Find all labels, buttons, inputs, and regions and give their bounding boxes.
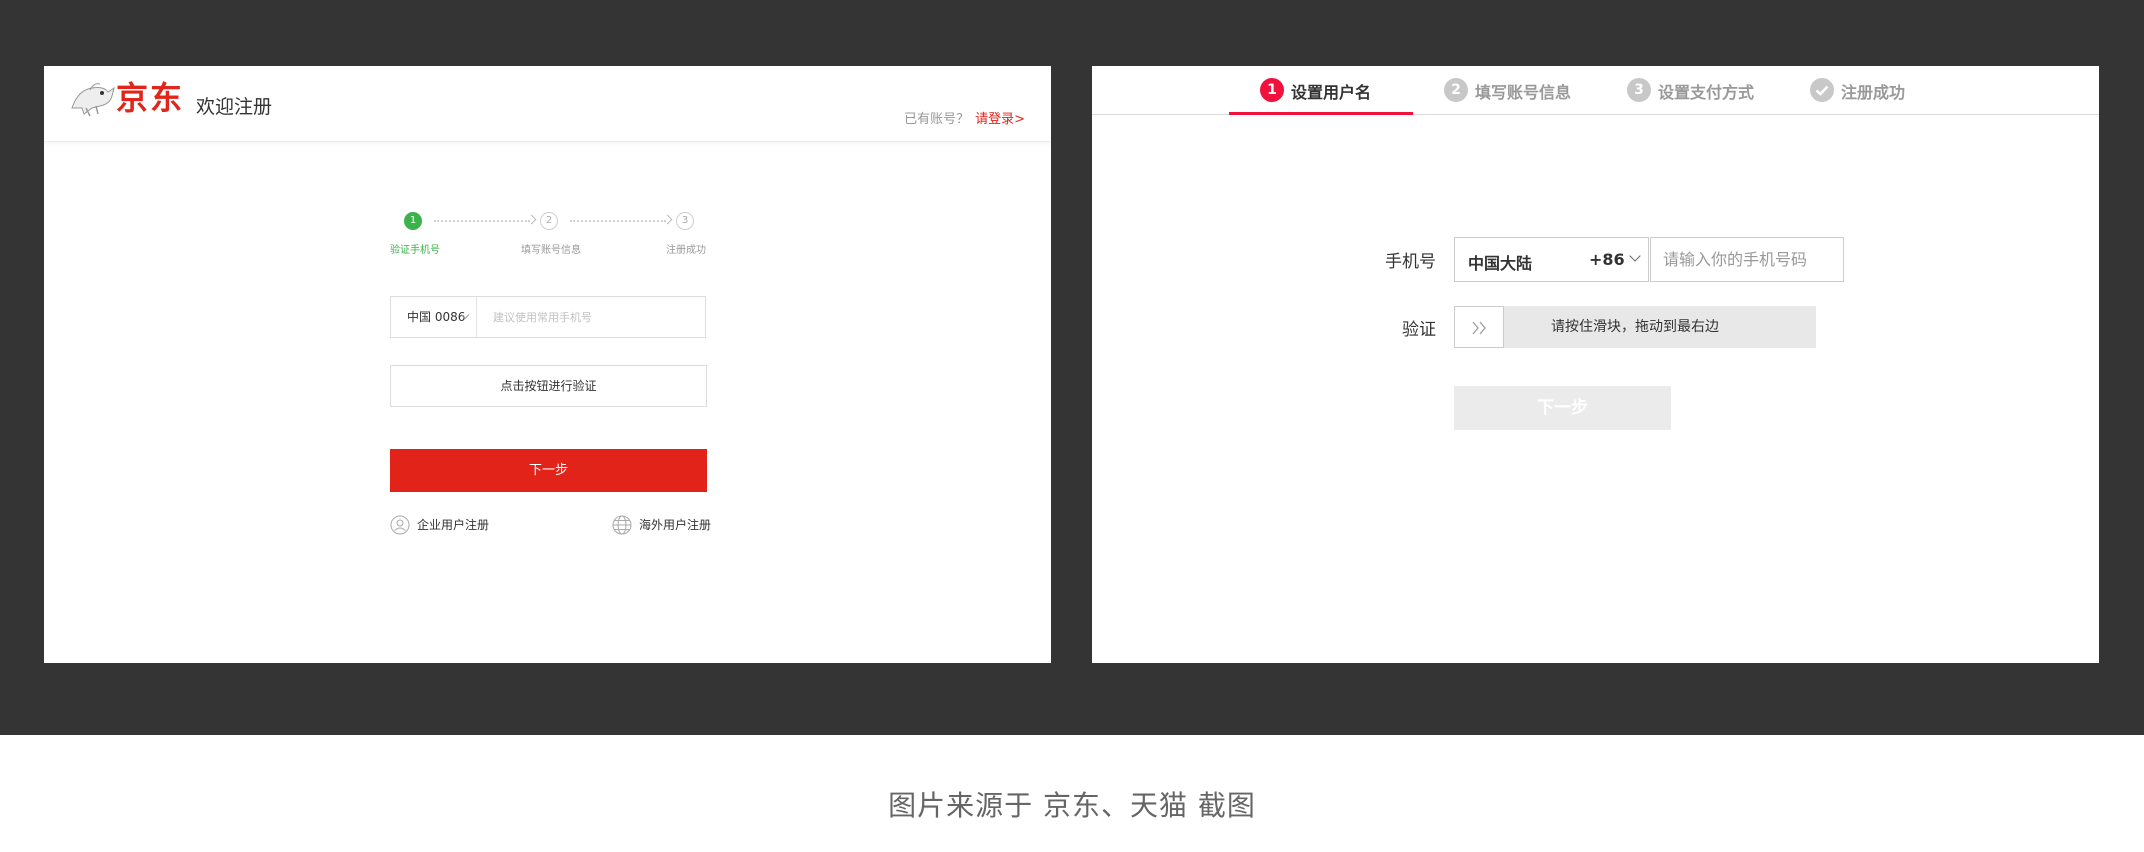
step-2-dot: 2 [540,212,558,230]
verify-button[interactable]: 点击按钮进行验证 [390,365,707,407]
jd-dog-mascot-icon [71,83,115,117]
login-link[interactable]: 请登录> [975,112,1025,127]
jd-header: 京东 欢迎注册 已有账号？ 请登录> [44,66,1051,142]
step-2-label: 填写账号信息 [521,245,581,256]
double-chevron-right-icon [1472,321,1486,335]
tab-label: 注册成功 [1841,83,1906,102]
overseas-register-link[interactable]: 海外用户注册 [612,514,712,536]
enterprise-register-label: 企业用户注册 [417,518,490,532]
region-name: 中国大陆 [1468,254,1533,273]
slider-handle[interactable] [1454,306,1504,348]
tab-label: 设置用户名 [1291,83,1372,102]
country-code-value: 中国 0086 [407,310,466,324]
login-prompt: 已有账号？ [904,112,970,127]
globe-icon [612,515,632,535]
tab-label: 填写账号信息 [1475,83,1572,102]
step-1-label: 验证手机号 [390,245,440,256]
tab-payment-method[interactable]: 3 设置支付方式 [1627,66,1777,115]
step-1-badge: 1 [1260,78,1284,102]
slider-instruction: 请按住滑块，拖动到最右边 [1551,319,1719,335]
image-caption: 图片来源于 京东、天猫 截图 [888,789,1256,822]
jd-logo: 京东 [116,79,185,117]
chevron-down-icon [1629,250,1641,262]
phone-input[interactable] [477,297,705,337]
step-3-dot: 3 [676,212,694,230]
step-3-badge: 3 [1627,78,1651,102]
verify-label: 验证 [1402,320,1436,340]
tab-set-username[interactable]: 1 设置用户名 [1260,66,1410,115]
next-button[interactable]: 下一步 [390,449,707,492]
phone-field-group: 中国 0086 [390,296,706,338]
overseas-register-label: 海外用户注册 [639,518,712,532]
tab-label: 设置支付方式 [1658,83,1755,102]
user-icon [390,515,410,535]
region-code: +86 [1589,250,1625,269]
tab-register-success[interactable]: 注册成功 [1810,66,1920,115]
login-area: 已有账号？ 请登录> [904,108,1025,127]
jd-registration-panel: 京东 欢迎注册 已有账号？ 请登录> 1 2 3 验证手机号 填写账号信息 注册成… [44,66,1051,663]
check-icon [1810,78,1834,102]
active-tab-indicator [1229,112,1413,115]
step-connector [434,220,530,222]
step-arrow-icon [526,214,537,225]
tab-account-info[interactable]: 2 填写账号信息 [1444,66,1594,115]
step-2-badge: 2 [1444,78,1468,102]
phone-input[interactable] [1650,237,1844,282]
region-select[interactable]: 中国大陆 +86 [1454,237,1649,282]
phone-label: 手机号 [1385,252,1436,272]
step-connector [570,220,666,222]
slider-captcha[interactable]: 请按住滑块，拖动到最右边 [1454,306,1816,348]
step-1-dot: 1 [404,212,422,230]
page-title: 欢迎注册 [196,96,273,118]
next-button-disabled[interactable]: 下一步 [1454,386,1671,430]
step-3-label: 注册成功 [666,245,706,256]
jd-step-indicator: 1 2 3 验证手机号 填写账号信息 注册成功 [390,212,706,262]
country-code-select[interactable]: 中国 0086 [391,297,477,337]
tmall-registration-panel: 1 设置用户名 2 填写账号信息 3 设置支付方式 注册成功 手机号 中国大陆 … [1092,66,2099,663]
enterprise-register-link[interactable]: 企业用户注册 [390,514,500,536]
step-arrow-icon [662,214,673,225]
tmall-step-tabs: 1 设置用户名 2 填写账号信息 3 设置支付方式 注册成功 [1092,66,2099,115]
